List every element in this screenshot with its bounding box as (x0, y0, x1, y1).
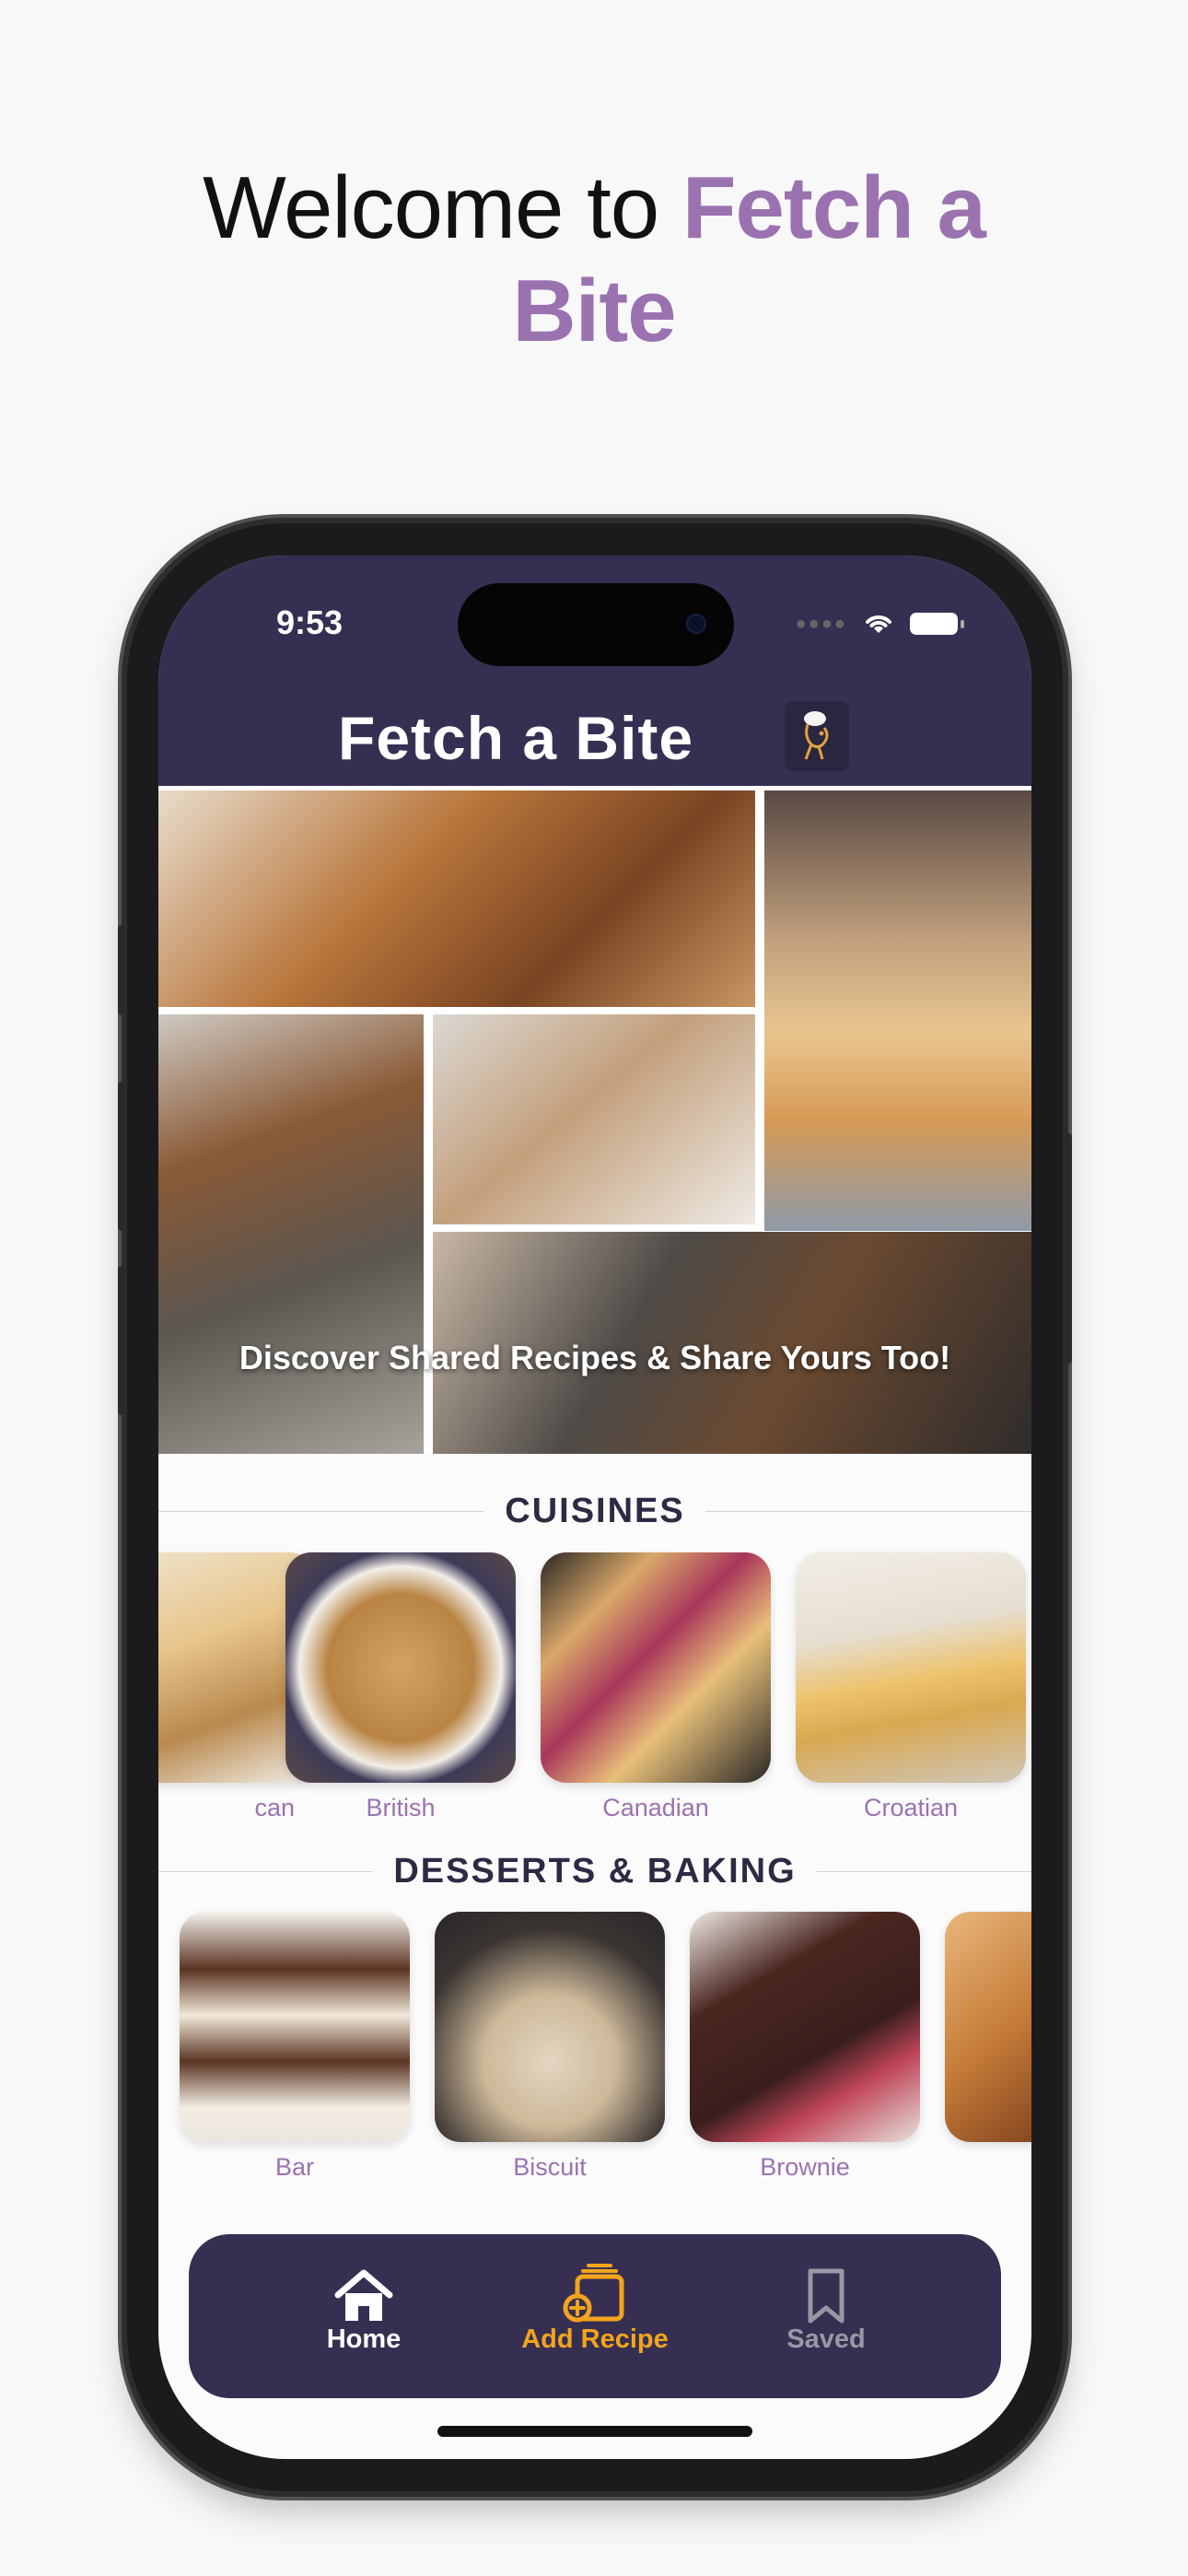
bottom-nav-bar: Home Add Recipe Saved (189, 2234, 1001, 2398)
camera-icon (686, 614, 706, 634)
app-screen: 9:53 ●●●● Fetch a Bite Discover Shared R… (158, 556, 1031, 2459)
cuisine-thumb (541, 1552, 771, 1783)
action-button (118, 925, 125, 1015)
hero-collage: Discover Shared Recipes & Share Yours To… (158, 790, 1031, 1454)
home-icon (272, 2260, 456, 2324)
hero-photo-buttered-bun (433, 1014, 755, 1224)
cuisine-label: British (366, 1794, 436, 1821)
dessert-card[interactable] (945, 1912, 1031, 2153)
home-indicator (437, 2426, 752, 2437)
chef-dog-logo-icon (785, 701, 849, 771)
cuisine-thumb (796, 1552, 1026, 1783)
hero-caption: Discover Shared Recipes & Share Yours To… (239, 1339, 951, 1376)
nav-add-recipe[interactable]: Add Recipe (503, 2260, 687, 2355)
add-recipe-icon (503, 2260, 687, 2324)
dessert-thumb (435, 1912, 665, 2142)
hero-photo-fruit-loaf (158, 790, 755, 1007)
cuisine-card[interactable]: Croatian (796, 1552, 1026, 1822)
power-button (1065, 1133, 1072, 1364)
cuisine-thumb (285, 1552, 516, 1783)
dessert-thumb (945, 1912, 1031, 2142)
status-time: 9:53 (276, 603, 344, 641)
desserts-title: DESSERTS & BAKING (393, 1851, 797, 1891)
cuisine-card[interactable]: British (285, 1552, 516, 1822)
dessert-card[interactable]: Brownie (690, 1912, 920, 2182)
cuisines-section-header: CUISINES (158, 1488, 1031, 1534)
app-header: 9:53 ●●●● Fetch a Bite (158, 556, 1031, 786)
hero-photo-pancakes (764, 790, 1031, 1231)
signal-icon: ●●●● (795, 613, 847, 634)
wifi-icon (866, 615, 891, 633)
status-icons: ●●●● (795, 611, 964, 637)
dessert-thumb (690, 1912, 920, 2142)
headline-prefix: Welcome to (203, 158, 682, 257)
battery-icon (910, 613, 964, 635)
nav-saved[interactable]: Saved (734, 2260, 918, 2355)
dessert-label: Biscuit (513, 2153, 587, 2181)
cuisine-label: Canadian (602, 1794, 709, 1821)
hero-photo-hot-cross-buns (158, 1014, 424, 1454)
dynamic-island (458, 583, 734, 666)
dessert-thumb (180, 1912, 410, 2142)
headline-accent-line1: Fetch a (681, 158, 986, 257)
cuisine-card[interactable]: Canadian (541, 1552, 771, 1822)
bookmark-icon (734, 2260, 918, 2324)
nav-saved-label: Saved (786, 2324, 866, 2354)
welcome-headline: Welcome to Fetch a Bite (0, 157, 1188, 363)
cuisines-title: CUISINES (505, 1491, 685, 1530)
dessert-label: Brownie (760, 2153, 850, 2181)
nav-add-recipe-label: Add Recipe (521, 2324, 669, 2354)
volume-up-button (118, 1082, 125, 1231)
nav-home-label: Home (326, 2324, 402, 2354)
nav-home[interactable]: Home (272, 2260, 456, 2355)
cuisine-label: Croatian (863, 1794, 959, 1821)
app-title: Fetch a Bite (338, 704, 694, 772)
volume-down-button (118, 1266, 125, 1415)
dessert-card[interactable]: Biscuit (435, 1912, 665, 2182)
dessert-label: Bar (274, 2153, 315, 2181)
headline-accent-line2: Bite (512, 262, 676, 360)
desserts-section-header: DESSERTS & BAKING (158, 1848, 1031, 1894)
dessert-card[interactable]: Bar (180, 1912, 410, 2182)
